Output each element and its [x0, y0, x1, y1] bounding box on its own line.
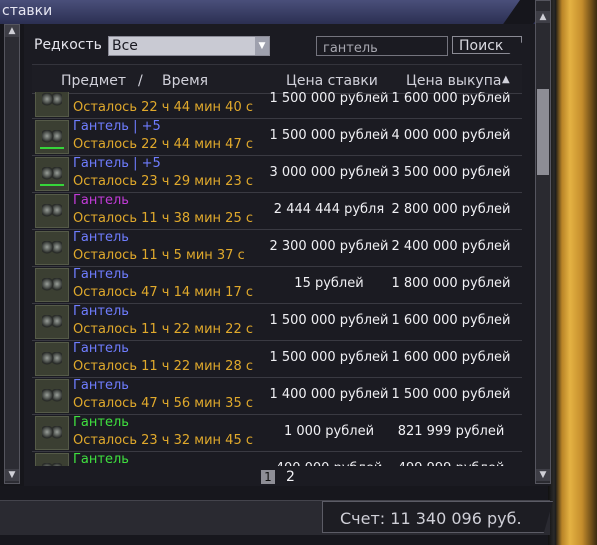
lot-row[interactable]: Гантель | +5 Осталось 22 ч 44 мин 47 с1 5…: [32, 118, 522, 156]
lot-row[interactable]: Гантель Осталось 47 ч 56 мин 35 с1 400 00…: [32, 377, 522, 415]
title-bar: ставки: [0, 0, 540, 25]
lot-row[interactable]: Гантель | +5 Осталось 23 ч 29 мин 23 с3 0…: [32, 155, 522, 193]
buyout-price: 1 600 000 рублей: [391, 350, 511, 365]
column-item[interactable]: Предмет: [61, 73, 126, 89]
lot-row[interactable]: Гантель Осталось 11 ч 38 мин 25 с2 444 44…: [32, 192, 522, 230]
dumbbell-icon: [35, 416, 69, 450]
search-button[interactable]: Поиск: [452, 36, 522, 54]
window-frame: [556, 0, 597, 545]
lot-row[interactable]: Гантель400 000 рублей499 999 рублей: [32, 451, 522, 466]
buyout-price: 821 999 рублей: [397, 424, 505, 439]
footer-bar: Счет: 11 340 096 руб.: [0, 500, 553, 535]
time-left: Осталось 47 ч 56 мин 35 с: [73, 396, 253, 411]
scroll-up-icon[interactable]: ▲: [536, 11, 550, 23]
time-left: Осталось 11 ч 38 мин 25 с: [73, 211, 253, 226]
dumbbell-icon: [35, 231, 69, 265]
right-scrollbar[interactable]: ▲ ▼: [535, 0, 551, 484]
enhancement-bar: [40, 147, 64, 149]
time-left: Осталось 11 ч 22 мин 22 с: [73, 322, 253, 337]
column-buyout[interactable]: Цена выкупа: [406, 73, 501, 89]
buyout-price: 3 500 000 рублей: [391, 165, 511, 180]
buyout-price: 4 000 000 рублей: [391, 128, 511, 143]
auction-panel: Редкость Все ▼ Поиск Предмет / Время Цен…: [24, 24, 530, 486]
dumbbell-icon: [35, 157, 69, 191]
dumbbell-icon: [35, 120, 69, 154]
left-panel: ▲ ▼: [0, 24, 25, 486]
dumbbell-icon: [35, 305, 69, 339]
dumbbell-icon: [35, 379, 69, 413]
column-time[interactable]: Время: [162, 73, 208, 89]
dumbbell-icon: [35, 194, 69, 228]
dumbbell-icon: [35, 453, 69, 466]
search-box[interactable]: [316, 36, 448, 58]
buyout-price: 2 400 000 рублей: [391, 239, 511, 254]
left-scrollbar[interactable]: ▲ ▼: [4, 24, 20, 484]
balance-text: Счет: 11 340 096 руб.: [340, 509, 522, 528]
buyout-price: 1 600 000 рублей: [391, 92, 511, 106]
right-scroll-area: ▲ ▼: [530, 0, 551, 486]
item-name: Гантель: [73, 267, 129, 282]
time-left: Осталось 11 ч 22 мин 28 с: [73, 359, 253, 374]
lot-row[interactable]: Гантель Осталось 47 ч 14 мин 17 с 15 рубле…: [32, 266, 522, 304]
rarity-label: Редкость: [34, 37, 102, 53]
item-name: Гантель: [73, 304, 129, 319]
item-name: Гантель: [73, 415, 129, 430]
dumbbell-icon: [35, 342, 69, 376]
time-left: Осталось 22 ч 44 мин 40 с: [73, 100, 253, 115]
item-name: Гантель: [73, 378, 129, 393]
chevron-down-icon[interactable]: ▼: [255, 37, 269, 55]
dumbbell-icon: [35, 92, 69, 117]
buyout-price: 1 800 000 рублей: [391, 276, 511, 291]
column-bid[interactable]: Цена ставки: [286, 73, 378, 89]
dumbbell-icon: [35, 268, 69, 302]
lot-row[interactable]: Гантель Осталось 11 ч 22 мин 22 с1 500 00…: [32, 303, 522, 341]
search-input[interactable]: [317, 39, 447, 58]
table-header: Предмет / Время Цена ставки Цена выкупа …: [32, 64, 522, 94]
item-name: Гантель: [73, 452, 129, 466]
column-separator: /: [138, 73, 143, 89]
lot-row[interactable]: Гантель Осталось 23 ч 32 мин 45 с1 000 ру…: [32, 414, 522, 452]
buyout-price: 1 600 000 рублей: [391, 313, 511, 328]
item-name: Гантель: [73, 230, 129, 245]
lot-row[interactable]: Гантель Осталось 11 ч 22 мин 28 с1 500 00…: [32, 340, 522, 378]
scroll-thumb[interactable]: [537, 89, 549, 175]
time-left: Осталось 23 ч 32 мин 45 с: [73, 433, 253, 448]
scroll-down-icon[interactable]: ▼: [536, 469, 550, 481]
scroll-up-icon[interactable]: ▲: [5, 25, 19, 37]
lot-list: Осталось 22 ч 44 мин 40 с 1 500 000 рубле…: [32, 92, 522, 466]
item-name: Гантель | +5: [73, 156, 161, 171]
lot-row[interactable]: Осталось 22 ч 44 мин 40 с1 500 000 рубле…: [32, 92, 522, 119]
rarity-select[interactable]: Все ▼: [108, 36, 270, 56]
window-title: ставки: [2, 3, 53, 19]
page-2-button[interactable]: 2: [286, 469, 295, 485]
lot-row[interactable]: Гантель Осталось 11 ч 5 мин 37 с2 300 000…: [32, 229, 522, 267]
item-name: Гантель: [73, 341, 129, 356]
enhancement-bar: [40, 184, 64, 186]
item-name: Гантель: [73, 193, 129, 208]
balance-box: Счет: 11 340 096 руб.: [322, 501, 553, 533]
buyout-price: 2 800 000 рублей: [391, 202, 511, 217]
buyout-price: 499 999 рублей: [386, 461, 516, 466]
pagination: 1 2: [24, 468, 530, 486]
rarity-value: Все: [112, 38, 138, 54]
time-left: Осталось 23 ч 29 мин 23 с: [73, 174, 253, 189]
time-left: Осталось 22 ч 44 мин 47 с: [73, 137, 253, 152]
scroll-down-icon[interactable]: ▼: [5, 469, 19, 481]
time-left: Осталось 47 ч 14 мин 17 с: [73, 285, 253, 300]
time-left: Осталось 11 ч 5 мин 37 с: [73, 248, 245, 263]
page-1-button[interactable]: 1: [261, 470, 275, 484]
sort-arrow-icon: ▲: [502, 74, 510, 85]
item-name: Гантель | +5: [73, 119, 161, 134]
buyout-price: 1 500 000 рублей: [391, 387, 511, 402]
